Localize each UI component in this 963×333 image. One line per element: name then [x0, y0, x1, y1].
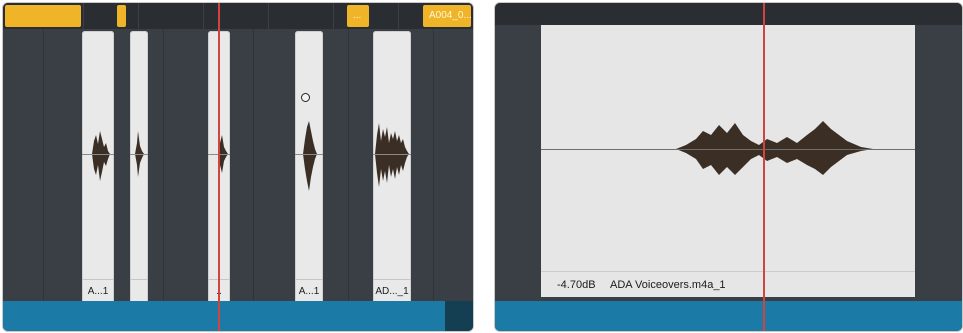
audio-clip[interactable]: [130, 31, 148, 303]
audio-clip[interactable]: A...1: [295, 31, 323, 303]
timeline-overview-panel: ... A004_0... A...1 ..: [2, 2, 474, 332]
timeline-marker[interactable]: [117, 5, 126, 27]
timeline-marker[interactable]: [5, 5, 81, 27]
timeline-marker[interactable]: ...: [347, 5, 369, 27]
ruler-tick: [203, 3, 204, 29]
waveform: [375, 123, 409, 187]
ruler-tick: [138, 3, 139, 29]
ruler-tick: [398, 3, 399, 29]
clip-name: AD..._1: [375, 286, 409, 297]
clip-name: ADA Voiceovers.m4a_1: [609, 279, 726, 291]
ruler-tick: [333, 3, 334, 29]
audio-clip[interactable]: A...1: [82, 31, 114, 303]
waveform: [676, 121, 873, 175]
ruler-tick: [83, 3, 84, 29]
ruler-tick: [268, 3, 269, 29]
clip-gain: -4.70dB: [557, 279, 596, 291]
bottom-track-bar[interactable]: [3, 301, 473, 331]
clip-name: A...1: [298, 286, 320, 297]
mouse-cursor-icon: [301, 93, 310, 102]
timeline-ruler[interactable]: ... A004_0...: [3, 3, 473, 29]
audio-clip[interactable]: AD..._1: [373, 31, 411, 303]
waveform: [92, 131, 110, 181]
timeline-ruler[interactable]: [495, 3, 962, 25]
waveform: [303, 121, 317, 191]
timeline-marker[interactable]: A004_0...: [423, 5, 471, 27]
playhead[interactable]: [218, 3, 220, 331]
clip-name: A...1: [87, 286, 109, 297]
bottom-track-bar[interactable]: [495, 301, 962, 331]
playhead[interactable]: [763, 3, 765, 331]
zoomed-clip-panel: -4.70dB ADA Voiceovers.m4a_1: [494, 2, 963, 332]
clip-footer: -4.70dB ADA Voiceovers.m4a_1: [557, 279, 738, 291]
audio-clip-zoomed[interactable]: -4.70dB ADA Voiceovers.m4a_1: [541, 25, 915, 297]
waveform: [135, 131, 144, 177]
